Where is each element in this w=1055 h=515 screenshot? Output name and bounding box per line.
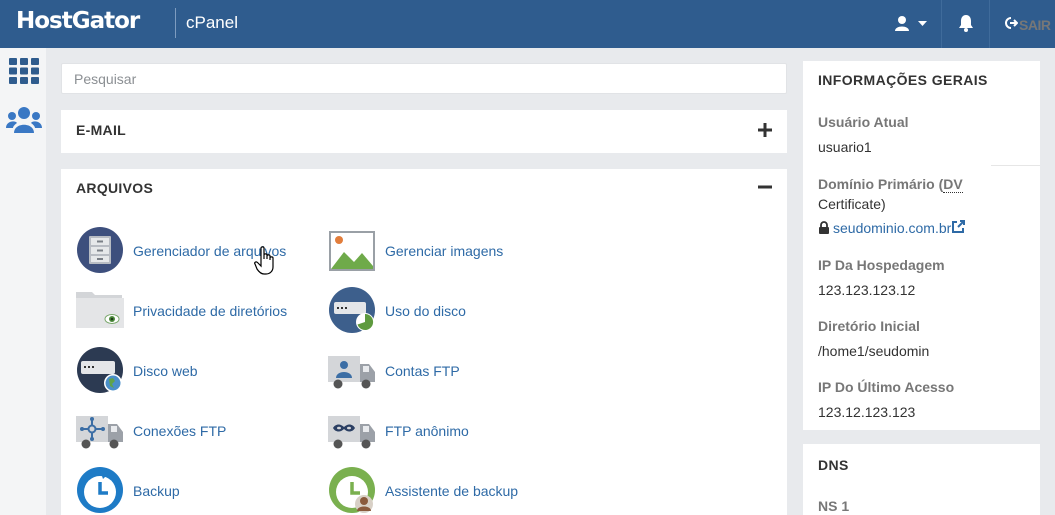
disk-usage-link[interactable]: Uso do disco xyxy=(328,286,528,336)
hosting-ip-value: 123.123.123.12 xyxy=(818,282,916,298)
web-disk-label: Disco web xyxy=(133,363,198,379)
dns-title: DNS xyxy=(818,457,849,473)
last-ip-label: IP Do Último Acesso xyxy=(818,379,955,395)
home-dir-label: Diretório Inicial xyxy=(818,318,920,334)
logout-button[interactable]: SAIR xyxy=(990,0,1055,48)
primary-domain-label-prefix: Domínio Primário ( xyxy=(818,176,944,192)
dns-panel: DNS NS 1 xyxy=(803,444,1040,515)
anonymous-ftp-link[interactable]: FTP anônimo xyxy=(328,406,528,456)
home-dir-value: /home1/seudomin xyxy=(818,343,930,359)
ns1-label: NS 1 xyxy=(818,498,850,514)
web-disk-link[interactable]: Disco web xyxy=(76,346,316,396)
left-rail xyxy=(0,48,46,515)
logout-label: SAIR xyxy=(1019,17,1051,33)
hand-cursor-icon xyxy=(254,246,274,275)
images-link[interactable]: Gerenciar imagens xyxy=(328,226,528,276)
primary-domain-label-cont: Certificate) xyxy=(818,196,886,212)
search-input[interactable] xyxy=(61,63,787,94)
images-icon xyxy=(329,231,375,271)
top-bar: HostGator cPanel SAIR xyxy=(0,0,1055,48)
backup-wizard-icon xyxy=(329,467,375,513)
user-menu-button[interactable] xyxy=(880,0,942,48)
primary-domain-link[interactable]: seudominio.com.br xyxy=(818,220,966,236)
ftp-connections-link[interactable]: Conexões FTP xyxy=(76,406,316,456)
primary-domain-label: Domínio Primário (DV xyxy=(818,176,963,193)
caret-down-icon xyxy=(918,21,927,26)
disk-usage-label: Uso do disco xyxy=(385,303,466,319)
anonymous-ftp-label: FTP anônimo xyxy=(385,423,469,439)
web-disk-icon xyxy=(77,347,123,393)
ftp-accounts-label: Contas FTP xyxy=(385,363,460,379)
hosting-ip-label: IP Da Hospedagem xyxy=(818,257,945,273)
disk-usage-icon xyxy=(329,287,375,333)
info-divider xyxy=(991,165,1040,166)
directory-privacy-link[interactable]: Privacidade de diretórios xyxy=(76,286,316,336)
email-section-title[interactable]: E-MAIL xyxy=(76,122,126,138)
ftp-connections-icon xyxy=(76,416,123,449)
backup-wizard-link[interactable]: Assistente de backup xyxy=(328,466,548,515)
lock-icon xyxy=(819,221,829,234)
brand-divider xyxy=(175,8,176,38)
last-ip-value: 123.12.123.123 xyxy=(818,404,916,420)
file-manager-link[interactable]: Gerenciador de arquivos xyxy=(76,226,316,276)
general-info-panel: INFORMAÇÕES GERAIS Usuário Atual usuario… xyxy=(803,61,1040,430)
backup-link[interactable]: Backup xyxy=(76,466,316,515)
current-user-value: usuario1 xyxy=(818,139,872,155)
anonymous-ftp-icon xyxy=(328,416,375,449)
users-icon[interactable] xyxy=(6,106,42,134)
notifications-button[interactable] xyxy=(942,0,990,48)
cpanel-label: cPanel xyxy=(186,13,238,32)
backup-wizard-label: Assistente de backup xyxy=(385,483,519,499)
hostgator-logo[interactable]: HostGator xyxy=(16,8,140,34)
backup-label: Backup xyxy=(133,483,180,499)
general-info-title: INFORMAÇÕES GERAIS xyxy=(818,72,988,88)
bell-icon xyxy=(959,15,973,32)
current-user-label: Usuário Atual xyxy=(818,114,909,130)
collapse-minus-icon[interactable] xyxy=(755,177,775,197)
backup-icon xyxy=(77,467,123,513)
directory-privacy-icon xyxy=(76,292,124,328)
expand-plus-icon[interactable] xyxy=(755,120,775,140)
external-link-icon xyxy=(952,220,966,233)
ftp-connections-label: Conexões FTP xyxy=(133,423,227,439)
apps-grid-icon[interactable] xyxy=(9,58,39,84)
file-manager-icon xyxy=(77,227,123,273)
user-icon xyxy=(895,16,909,31)
files-section-title[interactable]: ARQUIVOS xyxy=(76,180,153,196)
ftp-accounts-link[interactable]: Contas FTP xyxy=(328,346,528,396)
dv-abbreviation[interactable]: DV xyxy=(943,176,963,193)
email-section: E-MAIL xyxy=(61,110,787,153)
files-section: ARQUIVOS Gerenciador de arquivos Gerenci… xyxy=(61,169,787,515)
directory-privacy-label: Privacidade de diretórios xyxy=(133,303,288,319)
logout-icon xyxy=(1005,17,1018,29)
primary-domain-value: seudominio.com.br xyxy=(833,220,952,236)
images-label: Gerenciar imagens xyxy=(385,243,504,259)
ftp-accounts-icon xyxy=(328,356,375,389)
